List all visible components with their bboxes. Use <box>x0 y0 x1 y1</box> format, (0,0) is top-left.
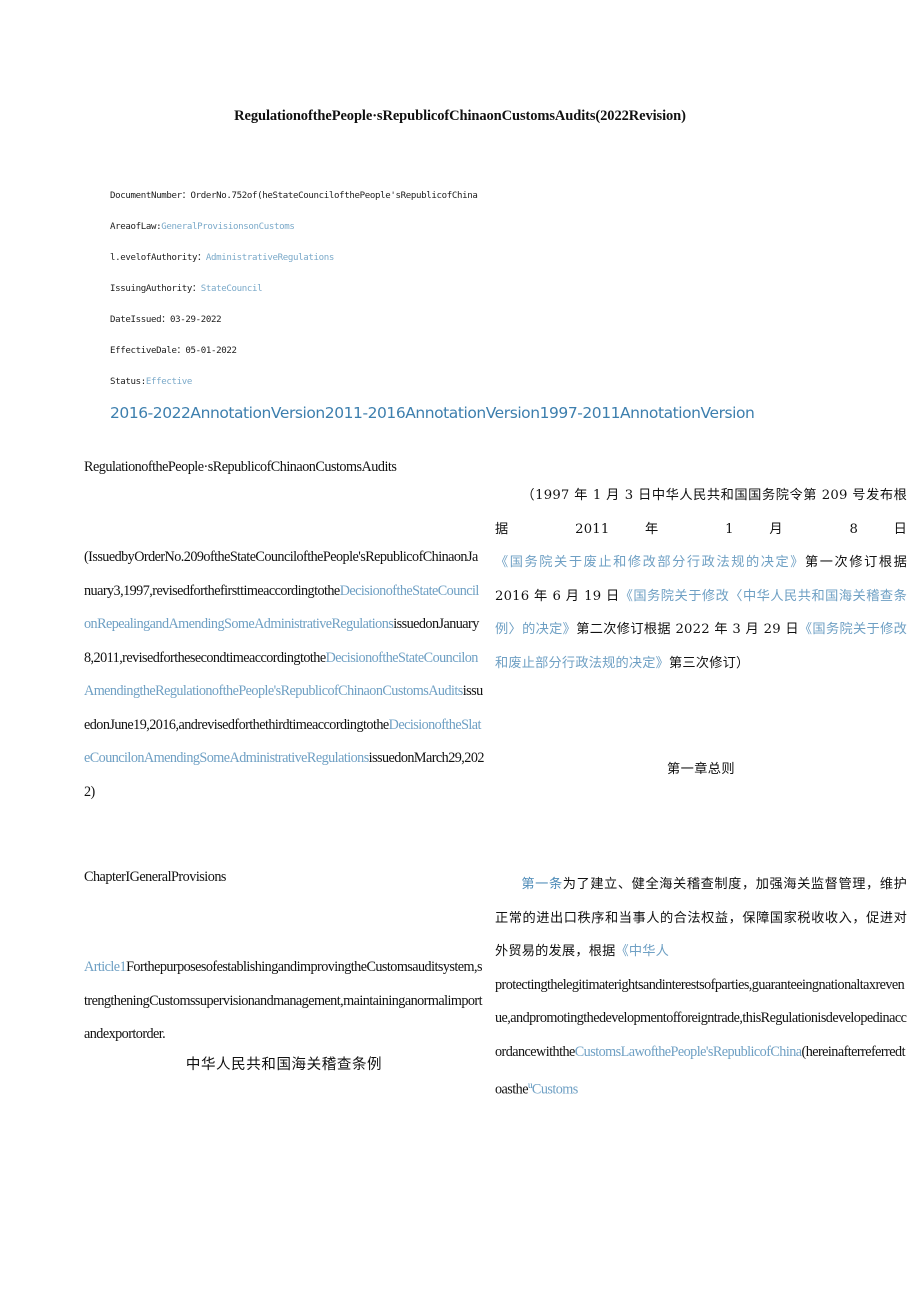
article-1-text: Forthepurposesofestablishingandimproving… <box>84 959 483 1042</box>
preamble-zh-segment-4: 第三次修订） <box>669 655 750 671</box>
right-article-1-english: protectingthelegitimaterightsandinterest… <box>495 969 907 1108</box>
annotation-version-link-2016-2022[interactable]: 2016-2022AnnotationVersion <box>110 404 325 422</box>
metadata-row-area-of-law: AreaofLaw:GeneralProvisionsonCustoms <box>110 221 670 252</box>
right-column-chinese: （1997 年 1 月 3 日中华人民共和国国务院令第 209 号发布根据 20… <box>495 455 907 1107</box>
article-1-en-tail-link[interactable]: Customs <box>532 1082 578 1098</box>
metadata-row-effective-date: EffectiveDale：05-01-2022 <box>110 345 670 376</box>
metadata-value-link[interactable]: GeneralProvisionsonCustoms <box>161 222 295 232</box>
metadata-row-status: Status:Effective <box>110 376 670 407</box>
metadata-value-link[interactable]: AdministrativeRegulations <box>206 253 334 263</box>
right-article-1-chinese: 第一条为了建立、健全海关稽查制度，加强海关监督管理，维护正常的进出口秩序和当事人… <box>495 868 907 969</box>
metadata-value: OrderNo.752of(heStateCouncilofthePeople'… <box>190 191 478 201</box>
metadata-value: 05-01-2022 <box>185 346 237 356</box>
right-column-preamble: （1997 年 1 月 3 日中华人民共和国国务院令第 209 号发布根据 20… <box>495 479 907 680</box>
document-page: RegulationofthePeople·sRepublicofChinaon… <box>0 0 920 1301</box>
metadata-key: DateIssued： <box>110 315 170 325</box>
preamble-zh-link-1[interactable]: 《国务院关于废止和修改部分行政法规的决定》 <box>495 555 805 570</box>
metadata-key: EffectiveDale： <box>110 346 186 356</box>
left-chinese-title: 中华人民共和国海关稽查条例 <box>185 1056 383 1073</box>
article-1-en-link[interactable]: CustomsLawofthePeople'sRepublicofChina <box>575 1044 802 1060</box>
metadata-key: Status: <box>110 377 146 387</box>
left-chapter-heading: ChapterIGeneralProvisions <box>84 869 226 885</box>
metadata-row-level-of-authority: l.evelofAuthority：AdministrativeRegulati… <box>110 252 670 283</box>
document-metadata: DocumentNumber：OrderNo.752of(heStateCoun… <box>110 190 670 407</box>
left-column-english: RegulationofthePeople·sRepublicofChinaon… <box>84 455 484 1078</box>
metadata-row-date-issued: DateIssued：03-29-2022 <box>110 314 670 345</box>
left-column-title: RegulationofthePeople·sRepublicofChinaon… <box>84 459 397 475</box>
metadata-key: AreaofLaw: <box>110 222 162 232</box>
annotation-version-link-2011-2016[interactable]: 2011-2016AnnotationVersion <box>325 404 540 422</box>
annotation-version-links: 2016-2022AnnotationVersion2011-2016Annot… <box>110 404 870 422</box>
metadata-key: DocumentNumber： <box>110 191 191 201</box>
metadata-value-link[interactable]: StateCouncil <box>201 284 263 294</box>
preamble-zh-segment-1: （1997 年 1 月 3 日中华人民共和国国务院令第 209 号发布根据 20… <box>495 488 907 537</box>
article-1-zh-link[interactable]: 第一条 <box>521 877 562 892</box>
page-title: RegulationofthePeople·sRepublicofChinaon… <box>234 108 686 124</box>
article-1-zh-link-partial[interactable]: 《中华人 <box>616 944 670 959</box>
metadata-row-document-number: DocumentNumber：OrderNo.752of(heStateCoun… <box>110 190 670 221</box>
annotation-version-link-1997-2011[interactable]: 1997-2011AnnotationVersion <box>540 404 755 422</box>
metadata-row-issuing-authority: IssuingAuthority：StateCouncil <box>110 283 670 314</box>
left-article-1: Article1Forthepurposesofestablishingandi… <box>84 951 484 1052</box>
article-1-link[interactable]: Article1 <box>84 959 127 975</box>
metadata-key: IssuingAuthority： <box>110 284 201 294</box>
preamble-zh-segment-3: 第二次修订根据 2022 年 3 月 29 日 <box>576 622 799 637</box>
metadata-value: 03-29-2022 <box>170 315 222 325</box>
status-badge[interactable]: Effective <box>146 377 192 387</box>
right-chapter-heading: 第一章总则 <box>667 762 735 777</box>
left-column-preamble: (IssuedbyOrderNo.209oftheStateCounciloft… <box>84 541 484 809</box>
metadata-key: l.evelofAuthority： <box>110 253 206 263</box>
